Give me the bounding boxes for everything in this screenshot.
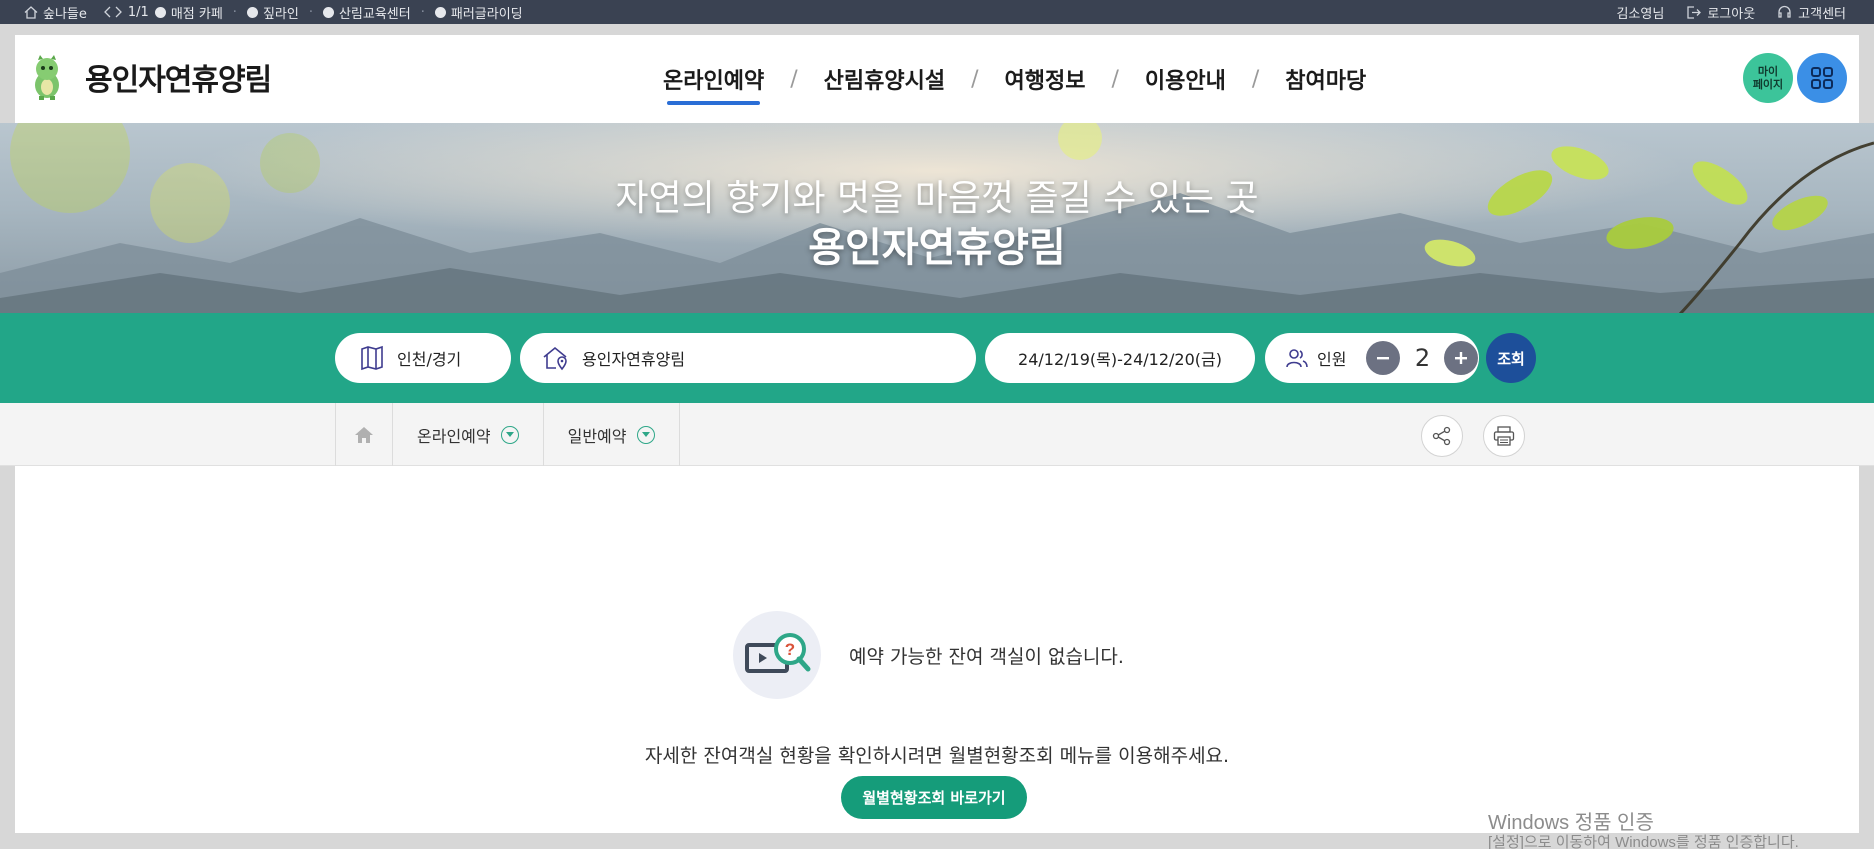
- breadcrumb-items: 온라인예약 일반예약: [335, 403, 680, 466]
- house-location-icon: [543, 346, 567, 371]
- plus-icon: [1455, 352, 1468, 364]
- site-header: 용인자연휴양림 온라인예약 / 산림휴양시설 / 여행정보 / 이용안내 / 참…: [15, 35, 1859, 123]
- prev-next-icon[interactable]: [103, 6, 123, 18]
- search-question-icon: ?: [745, 633, 811, 673]
- site-title: 용인자연휴양림: [85, 63, 272, 98]
- no-result-icon: ?: [733, 611, 821, 699]
- date-range-picker[interactable]: 24/12/19(목)-24/12/20(금): [985, 333, 1255, 383]
- nav-separator: /: [790, 66, 798, 92]
- reservation-search-bar: 인천/경기 용인자연휴양림 24/12/19(목)-24/12/20(금) 인원…: [0, 313, 1874, 403]
- date-range-value: 24/12/19(목)-24/12/20(금): [1018, 350, 1222, 369]
- monthly-status-button[interactable]: 월별현황조회 바로가기: [841, 776, 1027, 819]
- nav-forest-facilities[interactable]: 산림휴양시설: [816, 35, 953, 123]
- top-link-cafe[interactable]: 매점 카페: [154, 3, 223, 22]
- breadcrumb-label: 일반예약: [567, 426, 627, 446]
- breadcrumb-label: 온라인예약: [417, 426, 491, 446]
- top-link-paragliding[interactable]: 패러글라이딩: [434, 3, 523, 22]
- nav-separator: /: [971, 66, 979, 92]
- share-button[interactable]: [1421, 415, 1463, 457]
- main-navigation: 온라인예약 / 산림휴양시설 / 여행정보 / 이용안내 / 참여마당: [655, 35, 1374, 123]
- site-logo[interactable]: 용인자연휴양림: [29, 53, 272, 101]
- top-link-label: 숲나들e: [43, 6, 87, 22]
- top-link-label: 매점 카페: [170, 6, 223, 22]
- region-select[interactable]: 인천/경기: [335, 333, 511, 383]
- mypage-button[interactable]: 마이 페이지: [1743, 53, 1793, 103]
- user-name: 김소영님: [1616, 6, 1665, 22]
- dragon-mascot-icon: [35, 55, 59, 100]
- top-link-zipline[interactable]: 짚라인: [246, 3, 299, 22]
- logout-link[interactable]: 로그아웃: [1686, 3, 1755, 22]
- share-icon: [1432, 426, 1451, 446]
- search-button[interactable]: 조회: [1486, 333, 1536, 383]
- nav-separator: /: [1251, 66, 1260, 92]
- breadcrumb-online-reservation[interactable]: 온라인예약: [393, 403, 544, 466]
- no-result-message: 예약 가능한 잔여 객실이 없습니다.: [849, 646, 1124, 668]
- hero-subtitle: 자연의 향기와 멋을 마음껏 즐길 수 있는 곳: [615, 178, 1259, 219]
- hero-banner: 자연의 향기와 멋을 마음껏 즐길 수 있는 곳 용인자연휴양림: [0, 123, 1874, 314]
- mypage-label-line1: 마이: [1757, 65, 1779, 78]
- nav-usage-guide[interactable]: 이용안내: [1137, 35, 1234, 123]
- nav-separator: /: [1111, 66, 1119, 92]
- top-link-label: 패러글라이딩: [450, 6, 523, 22]
- top-link-label: 산림교육센터: [338, 6, 411, 22]
- decrease-people-button[interactable]: [1366, 341, 1401, 375]
- people-stepper: 인원 2: [1265, 333, 1479, 383]
- logout-icon: [1687, 5, 1702, 19]
- grid-menu-icon: [1811, 67, 1833, 89]
- print-button[interactable]: [1483, 415, 1525, 457]
- nav-online-reservation[interactable]: 온라인예약: [655, 35, 772, 123]
- hero-title: 용인자연휴양림: [808, 225, 1066, 271]
- top-link-education[interactable]: 산림교육센터: [322, 3, 411, 22]
- support-link[interactable]: 고객센터: [1777, 3, 1846, 22]
- rolling-pager[interactable]: 1/1: [103, 5, 149, 20]
- all-menu-button[interactable]: [1797, 53, 1847, 103]
- bullet-icon: [322, 6, 334, 18]
- top-links: 숲나들e 1/1 매점 카페 · 짚라인 · 산림교육센터 · 패러글라이딩: [0, 3, 523, 22]
- minus-icon: [1377, 357, 1390, 360]
- svg-text:?: ?: [785, 640, 795, 659]
- place-value: 용인자연휴양림: [582, 350, 686, 369]
- top-link-label: 짚라인: [262, 6, 299, 22]
- bullet-icon: [154, 6, 166, 18]
- pager-count: 1/1: [127, 4, 149, 20]
- bullet-icon: [246, 6, 258, 18]
- nav-travel-info[interactable]: 여행정보: [997, 35, 1094, 123]
- people-icon: [1286, 349, 1308, 368]
- top-user-menu: 김소영님 로그아웃 고객센터: [1616, 0, 1846, 24]
- guide-message: 자세한 잔여객실 현황을 확인하시려면 월별현황조회 메뉴를 이용해주세요.: [644, 745, 1230, 767]
- separator: ·: [308, 4, 313, 20]
- support-label: 고객센터: [1798, 6, 1846, 22]
- printer-icon: [1493, 426, 1515, 446]
- bullet-icon: [434, 6, 446, 18]
- region-value: 인천/경기: [397, 350, 462, 369]
- breadcrumb: 온라인예약 일반예약: [0, 403, 1874, 466]
- map-icon: [361, 345, 383, 371]
- people-label: 인원: [1317, 350, 1347, 369]
- chevron-down-icon: [636, 425, 655, 444]
- windows-activation-subtitle: [설정]으로 이동하여 Windows를 정품 인증합니다.: [1488, 834, 1799, 849]
- home-icon: [355, 426, 373, 443]
- chevron-down-icon: [500, 425, 519, 444]
- logout-label: 로그아웃: [1707, 6, 1756, 22]
- increase-people-button[interactable]: [1444, 341, 1479, 375]
- people-count: 2: [1414, 344, 1431, 372]
- nav-community[interactable]: 참여마당: [1277, 35, 1374, 123]
- main-content: ? 예약 가능한 잔여 객실이 없습니다. 자세한 잔여객실 현황을 확인하시려…: [15, 466, 1859, 833]
- top-link-home[interactable]: 숲나들e: [24, 3, 87, 22]
- mypage-label-line2: 페이지: [1752, 78, 1784, 91]
- separator: ·: [420, 4, 425, 20]
- place-select[interactable]: 용인자연휴양림: [520, 333, 976, 383]
- breadcrumb-general-reservation[interactable]: 일반예약: [544, 403, 680, 466]
- top-utility-bar: 숲나들e 1/1 매점 카페 · 짚라인 · 산림교육센터 · 패러글라이딩 김…: [0, 0, 1874, 24]
- home-icon: [24, 5, 38, 19]
- breadcrumb-home[interactable]: [336, 403, 393, 466]
- headset-icon: [1778, 5, 1791, 18]
- separator: ·: [232, 4, 237, 20]
